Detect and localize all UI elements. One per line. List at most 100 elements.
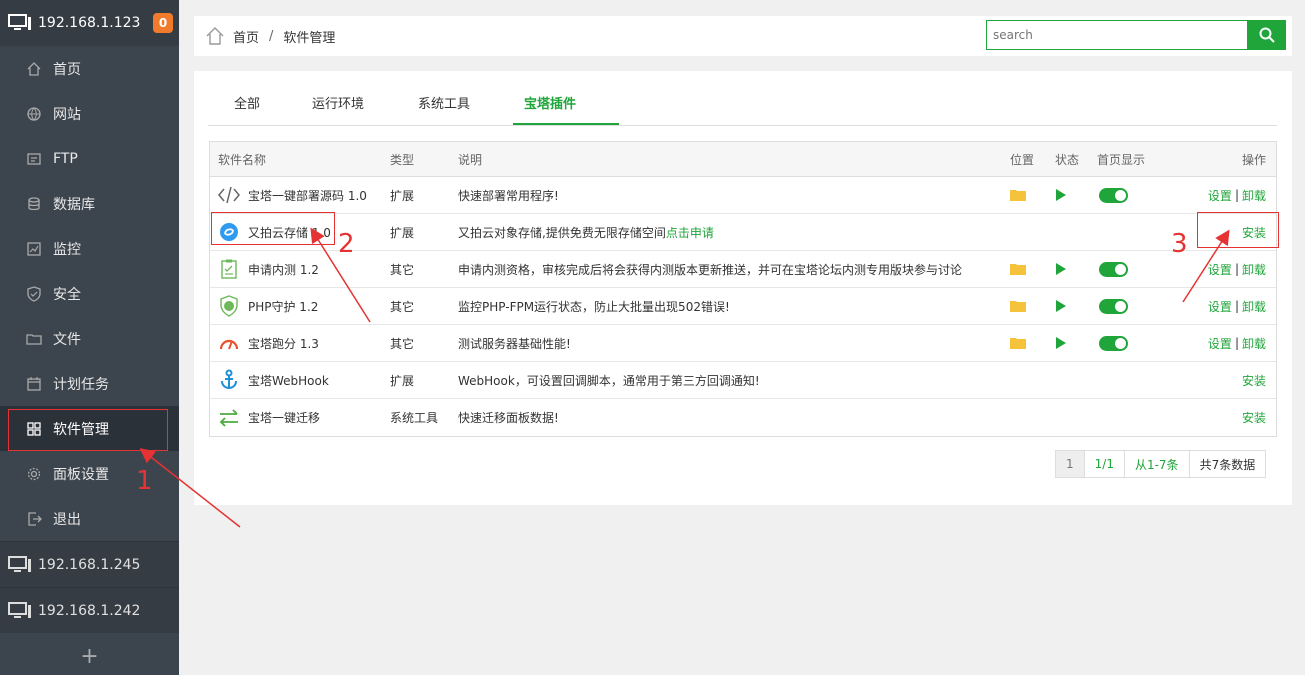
sidebar-item-files[interactable]: 文件 (0, 316, 179, 361)
folder-icon[interactable] (1010, 325, 1026, 361)
plugin-name: 申请内测 1.2 (248, 262, 319, 277)
home-display-cell (1097, 177, 1128, 213)
database-icon (28, 196, 40, 210)
plugin-name: PHP守护 1.2 (248, 299, 319, 314)
monitor-icon (8, 14, 31, 30)
plugin-name: 宝塔跑分 1.3 (248, 336, 319, 351)
plugin-type: 其它 (390, 299, 415, 314)
search-button[interactable] (1247, 20, 1286, 50)
sidebar-item-security[interactable]: 安全 (0, 271, 179, 316)
home-display-toggle[interactable] (1099, 335, 1128, 351)
home-display-cell (1097, 251, 1128, 287)
header-name: 软件名称 (218, 152, 267, 167)
settings-link[interactable]: 设置 (1208, 298, 1232, 315)
search-input[interactable] (986, 20, 1248, 50)
play-icon[interactable] (1055, 251, 1067, 287)
operation-cell: 设置 | 卸载 (1208, 177, 1266, 213)
apply-link[interactable]: 点击申请 (666, 224, 714, 241)
settings-link[interactable]: 设置 (1208, 335, 1232, 352)
server-item[interactable]: 192.168.1.245 (0, 541, 179, 587)
plugin-name-cell: 宝塔一键部署源码 1.0 (218, 177, 367, 213)
uninstall-link[interactable]: 卸载 (1242, 187, 1266, 204)
sidebar-item-logout[interactable]: 退出 (0, 496, 179, 541)
annotation-number: 2 (338, 229, 355, 259)
op-separator: | (1234, 262, 1239, 276)
home-display-toggle[interactable] (1099, 187, 1128, 203)
sidebar-item-website[interactable]: 网站 (0, 91, 179, 136)
uninstall-link[interactable]: 卸载 (1242, 261, 1266, 278)
operation-cell: 设置 | 卸载 (1208, 251, 1266, 287)
tab-all[interactable]: 全部 (234, 93, 260, 112)
play-icon[interactable] (1055, 325, 1067, 361)
page-current[interactable]: 1 (1056, 451, 1085, 477)
monitor-icon (8, 601, 31, 618)
php-shield-icon (218, 295, 240, 317)
play-icon[interactable] (1055, 177, 1067, 213)
page-total: 共7条数据 (1199, 457, 1256, 472)
add-server-button[interactable]: + (0, 637, 179, 675)
table-row: PHP守护 1.2 其它 监控PHP-FPM运行状态，防止大批量出现502错误!… (210, 288, 1276, 325)
plugin-desc: WebHook，可设置回调脚本，通常用于第三方回调通知! (458, 373, 760, 388)
uninstall-link[interactable]: 卸载 (1242, 335, 1266, 352)
operation-cell: 设置 | 卸载 (1208, 325, 1266, 361)
sidebar-item-cron[interactable]: 计划任务 (0, 361, 179, 406)
monitor-icon (8, 555, 31, 572)
operation-cell: 安装 (1242, 362, 1266, 398)
ftp-icon (27, 152, 41, 165)
home-display-cell (1097, 325, 1128, 361)
sidebar-item-label: 面板设置 (53, 466, 109, 483)
tab-runtime[interactable]: 运行环境 (312, 93, 364, 112)
sidebar-item-label: FTP (53, 150, 78, 167)
breadcrumb-separator: / (269, 28, 274, 44)
sidebar-item-label: 文件 (53, 331, 81, 348)
tab-bt-plugins[interactable]: 宝塔插件 (524, 93, 576, 112)
op-separator: | (1234, 188, 1239, 202)
logout-icon (28, 511, 42, 526)
install-link[interactable]: 安装 (1242, 409, 1266, 426)
folder-icon[interactable] (1010, 177, 1026, 213)
plugin-name: 宝塔一键部署源码 1.0 (248, 188, 367, 203)
home-icon[interactable] (205, 26, 225, 46)
table-row: 宝塔WebHook 扩展 WebHook，可设置回调脚本，通常用于第三方回调通知… (210, 362, 1276, 399)
sidebar-item-monitor[interactable]: 监控 (0, 226, 179, 271)
table-row: 申请内测 1.2 其它 申请内测资格，审核完成后将会获得内测版本更新推送，并可在… (210, 251, 1276, 288)
sidebar-item-ftp[interactable]: FTP (0, 136, 179, 181)
uninstall-link[interactable]: 卸载 (1242, 298, 1266, 315)
sidebar-item-home[interactable]: 首页 (0, 46, 179, 91)
plugin-desc: 测试服务器基础性能! (458, 336, 571, 351)
folder-icon[interactable] (1010, 288, 1026, 324)
play-icon[interactable] (1055, 288, 1067, 324)
plugin-desc-cell: 又拍云对象存储,提供免费无限存储空间 点击申请 (458, 214, 714, 250)
shield-icon (27, 285, 41, 302)
sidebar-item-database[interactable]: 数据库 (0, 181, 179, 226)
plugin-desc: 快速迁移面板数据! (458, 411, 559, 425)
plugin-desc: 快速部署常用程序! (458, 188, 559, 203)
current-server[interactable]: 192.168.1.123 0 (0, 0, 179, 46)
search-icon (1259, 27, 1275, 43)
anchor-icon (218, 369, 240, 391)
plugin-type: 其它 (390, 336, 415, 351)
folder-icon[interactable] (1010, 251, 1026, 287)
settings-link[interactable]: 设置 (1208, 187, 1232, 204)
table-header: 软件名称 类型 说明 位置 状态 首页显示 操作 (210, 142, 1276, 177)
table-row: 又拍云存储 1.0 扩展 又拍云对象存储,提供免费无限存储空间 点击申请 安装 (210, 214, 1276, 251)
home-display-toggle[interactable] (1099, 298, 1128, 314)
breadcrumb-home[interactable]: 首页 (233, 27, 259, 46)
operation-cell: 安装 (1242, 399, 1266, 436)
notification-badge[interactable]: 0 (153, 13, 173, 33)
plugin-name: 宝塔WebHook (248, 373, 329, 388)
breadcrumb-current: 软件管理 (283, 30, 336, 46)
header-desc: 说明 (458, 152, 483, 167)
settings-link[interactable]: 设置 (1208, 261, 1232, 278)
sidebar: 192.168.1.123 0 首页 网站 FTP 数据库 监控 安全 文件 计… (0, 0, 179, 675)
plugin-name: 宝塔一键迁移 (248, 411, 321, 425)
tab-system-tools[interactable]: 系统工具 (418, 93, 470, 112)
plugin-type: 系统工具 (390, 411, 439, 425)
install-link[interactable]: 安装 (1242, 372, 1266, 389)
home-display-toggle[interactable] (1099, 261, 1128, 277)
active-tab-indicator (513, 123, 619, 125)
page-range: 从1-7条 (1125, 451, 1190, 477)
operation-cell: 设置 | 卸载 (1208, 288, 1266, 324)
table-row: 宝塔跑分 1.3 其它 测试服务器基础性能! 设置 | 卸载 (210, 325, 1276, 362)
server-item[interactable]: 192.168.1.242 (0, 587, 179, 633)
